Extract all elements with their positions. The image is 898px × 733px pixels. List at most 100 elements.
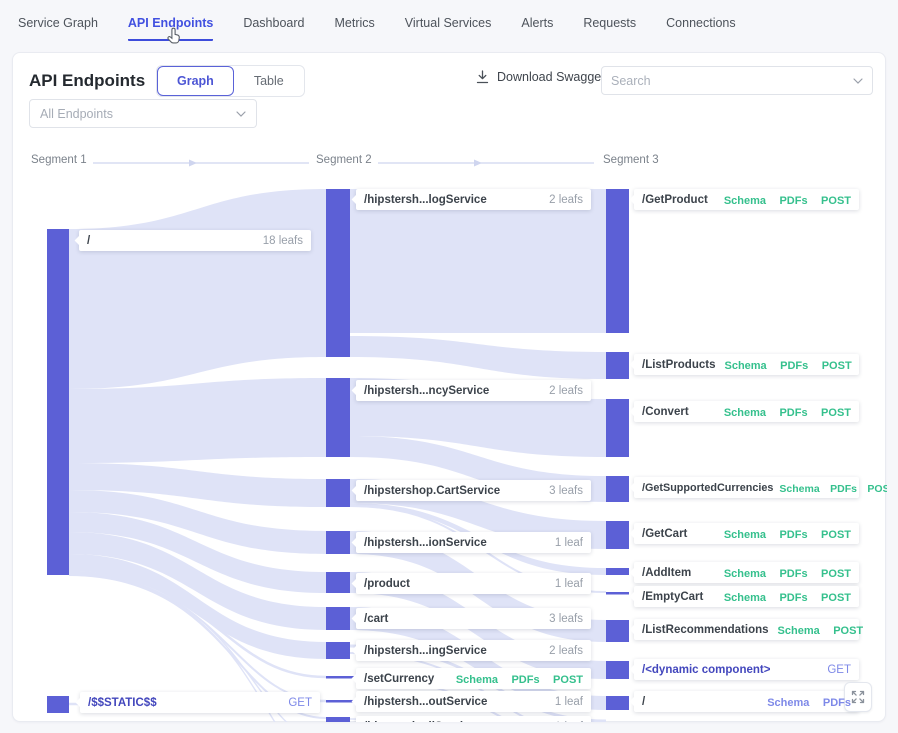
pdfs-link[interactable]: PDFs <box>823 697 851 709</box>
search-input[interactable] <box>611 74 853 88</box>
endpoint-path: /setCurrency <box>364 673 434 685</box>
endpoint-node-ionservice[interactable]: /hipstersh...ionService 1 leaf <box>356 532 591 553</box>
schema-link[interactable]: Schema <box>767 697 809 709</box>
leaf-count: 2 leafs <box>549 645 583 657</box>
top-navigation: Service Graph API Endpoints Dashboard Me… <box>0 0 898 48</box>
node-bar-listproducts[interactable] <box>606 352 629 379</box>
endpoint-node-product[interactable]: /product 1 leaf <box>356 573 591 594</box>
endpoint-node-ncyservice[interactable]: /hipstersh...ncyService 2 leafs <box>356 380 591 401</box>
schema-link[interactable]: Schema <box>779 483 819 495</box>
node-bar-outservice[interactable] <box>326 700 354 703</box>
endpoint-node-listrecommendations[interactable]: /ListRecommendations Schema POST <box>634 619 859 640</box>
search-combobox[interactable] <box>601 66 873 95</box>
graph-view-button[interactable]: Graph <box>157 66 234 96</box>
node-bar-static[interactable] <box>47 696 69 713</box>
schema-link[interactable]: Schema <box>724 529 766 541</box>
node-bar-convert[interactable] <box>606 399 629 457</box>
endpoint-node-getcart[interactable]: /GetCart Schema PDFs POST <box>634 523 859 544</box>
nav-tab-alerts[interactable]: Alerts <box>521 16 553 39</box>
pdfs-link[interactable]: PDFs <box>779 529 807 541</box>
endpoint-node-cartservice[interactable]: /hipstershop.CartService 3 leafs <box>356 480 591 501</box>
endpoint-node-getsupportedcurrencies[interactable]: /GetSupportedCurrencies Schema PDFs POST <box>634 477 859 498</box>
post-link[interactable]: POST <box>821 568 851 580</box>
pdfs-link[interactable]: PDFs <box>779 568 807 580</box>
pdfs-link[interactable]: PDFs <box>779 195 807 207</box>
pdfs-link[interactable]: PDFs <box>830 483 857 495</box>
nav-tab-virtual-services[interactable]: Virtual Services <box>405 16 492 39</box>
leaf-count: 1 leaf <box>555 537 583 549</box>
node-bar-root-leaf[interactable] <box>606 696 629 710</box>
endpoint-path: /ListProducts <box>642 359 715 371</box>
node-bar-cart[interactable] <box>326 607 350 630</box>
endpoint-node-ilservice[interactable]: /hipstersh...ilService 1 leaf <box>356 716 591 722</box>
endpoint-path: /$$STATIC$$ <box>88 697 157 709</box>
endpoint-node-convert[interactable]: /Convert Schema PDFs POST <box>634 401 859 422</box>
schema-link[interactable]: Schema <box>456 674 498 686</box>
endpoint-node-getproduct[interactable]: /GetProduct Schema PDFs POST <box>634 189 859 210</box>
table-view-button[interactable]: Table <box>234 66 304 96</box>
post-link[interactable]: POST <box>821 529 851 541</box>
endpoint-links: Schema PDFs POST <box>715 588 851 606</box>
node-bar-logservice[interactable] <box>326 189 350 357</box>
endpoint-node-additem[interactable]: /AddItem Schema PDFs POST <box>634 562 859 583</box>
api-endpoints-panel: API Endpoints Graph Table Download Swagg… <box>12 52 886 722</box>
schema-link[interactable]: Schema <box>778 625 820 637</box>
node-bar-getproduct[interactable] <box>606 189 629 333</box>
nav-tab-connections[interactable]: Connections <box>666 16 736 39</box>
schema-link[interactable]: Schema <box>724 195 766 207</box>
endpoint-node-logservice[interactable]: /hipstersh...logService 2 leafs <box>356 189 591 210</box>
endpoint-node-setcurrency[interactable]: /setCurrency Schema PDFs POST <box>356 668 591 689</box>
endpoint-node-outservice[interactable]: /hipstersh...outService 1 leaf <box>356 691 591 712</box>
nav-tab-requests[interactable]: Requests <box>583 16 636 39</box>
endpoint-path: /GetSupportedCurrencies <box>642 482 773 494</box>
nav-tab-metrics[interactable]: Metrics <box>334 16 374 39</box>
endpoint-node-static[interactable]: /$$STATIC$$ GET <box>80 692 320 713</box>
node-bar-emptycart[interactable] <box>606 592 629 595</box>
schema-link[interactable]: Schema <box>724 592 766 604</box>
node-bar-ncyservice[interactable] <box>326 378 350 457</box>
endpoint-path: /hipstersh...logService <box>364 194 487 206</box>
node-bar-ionservice[interactable] <box>326 531 350 554</box>
endpoint-node-emptycart[interactable]: /EmptyCart Schema PDFs POST <box>634 586 859 607</box>
endpoint-path: /Convert <box>642 406 689 418</box>
node-bar-getsupportedcurrencies[interactable] <box>606 476 629 502</box>
post-link[interactable]: POST <box>821 407 851 419</box>
endpoint-node-listproducts[interactable]: /ListProducts Schema PDFs POST <box>634 354 859 375</box>
leaf-count: 2 leafs <box>549 194 583 206</box>
pdfs-link[interactable]: PDFs <box>779 592 807 604</box>
endpoint-node-ingservice[interactable]: /hipstersh...ingService 2 leafs <box>356 640 591 661</box>
endpoint-filter-value: All Endpoints <box>40 107 113 121</box>
post-link[interactable]: POST <box>553 674 583 686</box>
post-link[interactable]: POST <box>821 592 851 604</box>
schema-link[interactable]: Schema <box>724 407 766 419</box>
download-swagger-button[interactable]: Download Swagger <box>476 70 605 84</box>
post-link[interactable]: POST <box>833 625 863 637</box>
endpoint-node-dynamic-component[interactable]: /<dynamic component> GET <box>634 659 859 680</box>
pdfs-link[interactable]: PDFs <box>779 407 807 419</box>
node-bar-ilservice[interactable] <box>326 717 350 722</box>
pdfs-link[interactable]: PDFs <box>780 360 808 372</box>
download-icon <box>476 70 489 84</box>
endpoint-path: /cart <box>364 613 388 625</box>
nav-tab-service-graph[interactable]: Service Graph <box>18 16 98 39</box>
node-bar-cartservice[interactable] <box>326 479 350 507</box>
endpoint-node-root[interactable]: / 18 leafs <box>79 230 311 251</box>
schema-link[interactable]: Schema <box>724 568 766 580</box>
node-bar-product[interactable] <box>326 572 350 593</box>
post-link[interactable]: POST <box>822 360 852 372</box>
node-bar-ingservice[interactable] <box>326 642 350 659</box>
endpoint-filter-select[interactable]: All Endpoints <box>29 99 257 128</box>
node-bar-dynamic[interactable] <box>606 661 629 679</box>
node-bar-additem[interactable] <box>606 568 629 575</box>
post-link[interactable]: POST <box>821 195 851 207</box>
node-bar-setcurrency[interactable] <box>326 676 354 679</box>
pdfs-link[interactable]: PDFs <box>511 674 539 686</box>
node-bar-listrecommendations[interactable] <box>606 620 629 642</box>
post-link[interactable]: POST <box>867 483 887 495</box>
nav-tab-dashboard[interactable]: Dashboard <box>243 16 304 39</box>
endpoint-node-root-leaf[interactable]: / Schema PDFs <box>634 691 859 712</box>
schema-link[interactable]: Schema <box>724 360 766 372</box>
node-bar-getcart[interactable] <box>606 521 629 549</box>
node-bar-root[interactable] <box>47 229 69 575</box>
endpoint-node-cart[interactable]: /cart 3 leafs <box>356 608 591 629</box>
